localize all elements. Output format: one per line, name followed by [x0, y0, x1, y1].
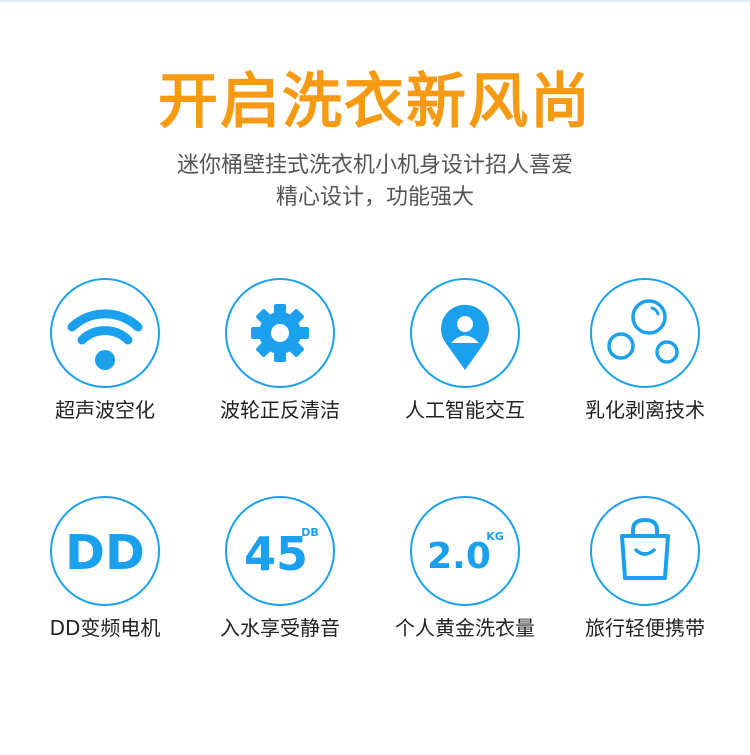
dd-icon: DD	[65, 525, 145, 581]
feature-label: 个人黄金洗衣量	[395, 616, 535, 640]
page-title: 开启洗衣新风尚	[158, 67, 592, 137]
top-divider	[0, 0, 750, 2]
gear-icon	[251, 304, 309, 362]
wifi-signal-icon	[67, 309, 143, 370]
weight-kg-icon: 2.0 KG	[427, 530, 504, 577]
weight-unit: KG	[486, 530, 504, 543]
feature-label: DD变频电机	[49, 616, 161, 640]
icon-circle: DD	[50, 496, 160, 606]
icon-circle	[50, 278, 160, 388]
bag-icon	[620, 517, 670, 580]
icon-circle	[225, 278, 335, 388]
feature-label: 入水享受静音	[220, 616, 340, 640]
decibel-icon: 45 DB	[244, 526, 319, 581]
subtitle-line-1: 迷你桶壁挂式洗衣机小机身设计招人喜爱	[176, 153, 573, 178]
decibel-value: 45	[244, 527, 308, 581]
weight-value: 2.0	[427, 536, 491, 577]
decibel-unit: DB	[301, 526, 319, 539]
icon-circle: 2.0 KG	[410, 496, 520, 606]
icon-circle	[410, 278, 520, 388]
feature-label: 人工智能交互	[405, 398, 525, 422]
feature-label: 超声波空化	[55, 398, 155, 422]
feature-label: 乳化剥离技术	[585, 398, 705, 422]
icon-circle	[590, 496, 700, 606]
icon-circle	[590, 278, 700, 388]
dd-icon-text: DD	[65, 525, 145, 581]
icon-circle: 45 DB	[225, 496, 335, 606]
user-location-pin-icon	[441, 304, 489, 370]
bubbles-icon	[607, 299, 679, 364]
feature-label: 波轮正反清洁	[220, 398, 340, 422]
subtitle-line-2: 精心设计，功能强大	[275, 185, 474, 210]
feature-label: 旅行轻便携带	[585, 616, 705, 640]
